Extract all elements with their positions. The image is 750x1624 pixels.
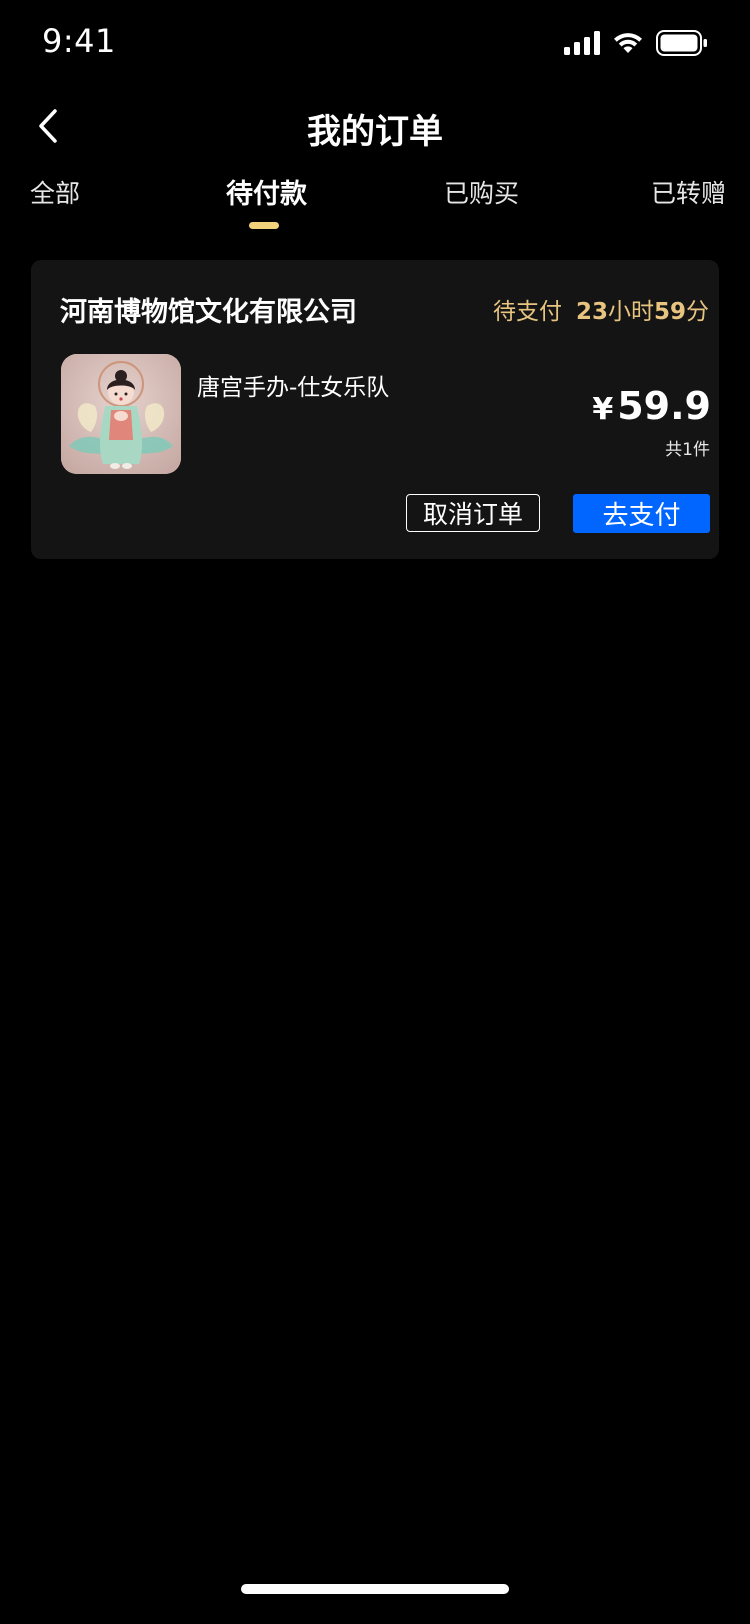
shop-name: 河南博物馆文化有限公司 <box>60 297 357 328</box>
countdown-minutes-unit: 分 <box>686 299 709 325</box>
home-indicator <box>241 1584 509 1594</box>
price-amount: 59.9 <box>617 384 711 428</box>
active-tab-indicator <box>249 222 279 229</box>
product-image[interactable] <box>61 354 181 474</box>
order-status: 待支付 23 小时 59 分 <box>493 292 709 326</box>
product-name[interactable]: 唐宫手办-仕女乐队 <box>197 368 389 402</box>
item-count: 共1件 <box>665 440 710 460</box>
countdown-minutes: 59 <box>653 299 686 325</box>
pay-button[interactable]: 去支付 <box>573 494 710 533</box>
cancel-order-button[interactable]: 取消订单 <box>406 494 540 532</box>
currency-symbol: ¥ <box>592 392 614 427</box>
countdown-hours: 23 <box>575 299 608 325</box>
wifi-icon <box>612 31 644 59</box>
product-price: ¥ 59.9 <box>592 384 711 428</box>
nav-bar: 我的订单 <box>0 88 750 168</box>
order-tabs: 全部 待付款 已购买 已转赠 <box>0 170 750 232</box>
tab-purchased[interactable]: 已购买 <box>444 174 519 210</box>
signal-icon <box>564 31 600 59</box>
order-card[interactable]: 河南博物馆文化有限公司 待支付 23 小时 59 分 唐宫手办-仕女乐队 ¥ 5… <box>31 260 719 559</box>
status-label: 待支付 <box>492 299 562 325</box>
page-title: 我的订单 <box>307 112 443 152</box>
status-icons <box>564 30 708 60</box>
tab-pending-payment[interactable]: 待付款 <box>226 172 307 211</box>
status-bar: 9:41 <box>0 0 750 88</box>
tab-gifted[interactable]: 已转赠 <box>651 174 726 210</box>
battery-icon <box>656 30 708 60</box>
tab-all[interactable]: 全部 <box>30 174 80 210</box>
countdown-hours-unit: 小时 <box>607 299 654 325</box>
status-time: 9:41 <box>42 22 116 60</box>
